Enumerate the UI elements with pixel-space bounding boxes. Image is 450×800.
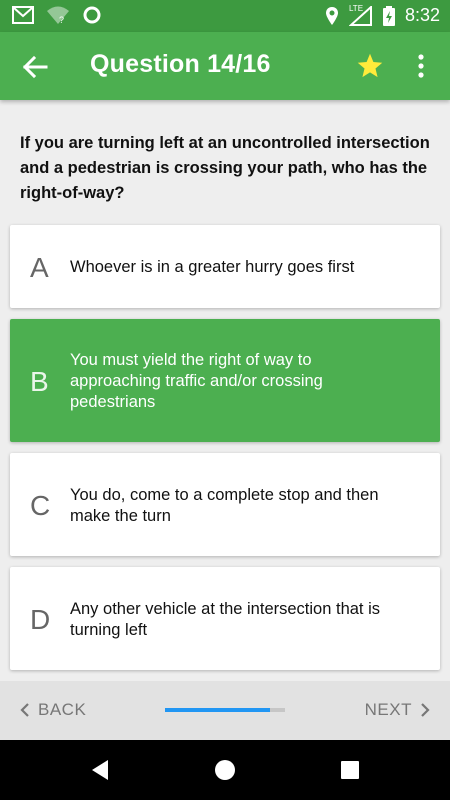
svg-text:?: ? (59, 15, 64, 25)
back-label: BACK (38, 700, 87, 719)
page-title: Question 14/16 (90, 50, 271, 78)
nav-back-icon[interactable] (90, 759, 110, 781)
answer-text: Whoever is in a greater hurry goes first (70, 258, 355, 276)
clock: 8:32 (404, 5, 440, 25)
question-text: If you are turning left at an uncontroll… (20, 134, 430, 202)
back-button[interactable]: BACK (20, 700, 86, 720)
answer-letter: A (30, 252, 49, 283)
chevron-right-icon (421, 703, 430, 717)
gmail-icon (12, 6, 34, 24)
answer-letter: C (30, 490, 51, 521)
signal-icon: LTE (348, 4, 373, 26)
answer-letter: B (30, 366, 49, 397)
progress-fill (165, 708, 270, 712)
app-bar: Question 14/16 (0, 32, 450, 100)
status-bar: ? LTE 8:32 (0, 0, 450, 32)
star-icon[interactable] (356, 52, 384, 80)
next-label: NEXT (364, 700, 412, 719)
answer-option-a[interactable]: A Whoever is in a greater hurry goes fir… (10, 225, 440, 308)
progress-bar (165, 708, 285, 712)
answer-letter: D (30, 604, 51, 635)
more-vert-icon[interactable] (413, 52, 429, 80)
wifi-question-icon: ? (47, 6, 69, 25)
answer-text: Any other vehicle at the intersection th… (70, 600, 381, 639)
answer-option-b[interactable]: B You must yield the right of way to app… (10, 319, 440, 442)
answer-text: You must yield the right of way to appro… (70, 351, 323, 411)
answer-text: You do, come to a complete stop and then… (70, 486, 379, 525)
battery-icon (382, 5, 395, 26)
bottom-bar: BACK NEXT (0, 681, 450, 740)
answer-option-c[interactable]: C You do, come to a complete stop and th… (10, 453, 440, 556)
answer-option-d[interactable]: D Any other vehicle at the intersection … (10, 567, 440, 670)
nav-home-icon[interactable] (214, 759, 236, 781)
location-icon (325, 6, 338, 25)
arrow-left-icon[interactable] (20, 52, 50, 82)
next-button[interactable]: NEXT (365, 700, 430, 720)
chevron-left-icon (20, 703, 29, 717)
nav-recents-icon[interactable] (340, 760, 360, 780)
system-nav-bar (0, 740, 450, 800)
circle-icon (83, 6, 101, 24)
